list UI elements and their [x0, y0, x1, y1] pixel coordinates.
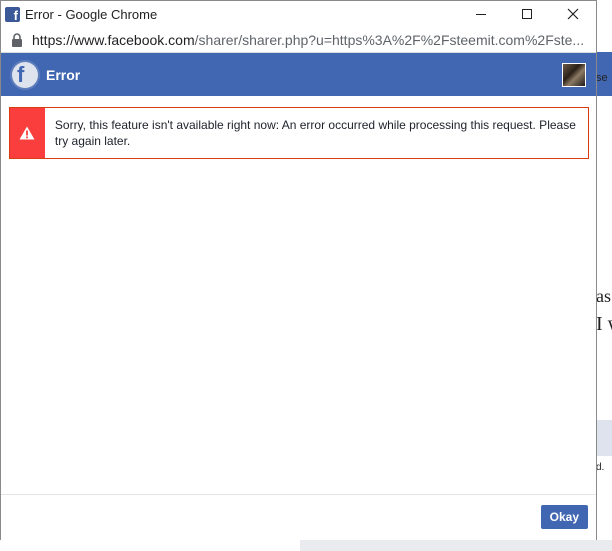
background-text-fragment: se — [596, 72, 608, 84]
warning-icon — [19, 126, 35, 140]
url-path: /sharer/sharer.php?u=https%3A%2F%2Fsteem… — [194, 31, 585, 48]
okay-button[interactable]: Okay — [540, 505, 588, 529]
error-indicator — [10, 108, 45, 158]
url-host: https://www.facebook.com — [32, 31, 195, 48]
window-title: Error - Google Chrome — [25, 6, 158, 22]
background-page: se as I w d. — [596, 0, 612, 551]
window-controls — [458, 1, 596, 27]
url-text: https://www.facebook.com/sharer/sharer.p… — [32, 32, 584, 48]
close-icon — [567, 8, 579, 20]
close-button[interactable] — [550, 1, 596, 27]
error-message-box: Sorry, this feature isn't available righ… — [9, 107, 589, 159]
background-text-fragment: d. — [596, 462, 605, 473]
background-panel — [596, 420, 612, 456]
popup-window: f Error - Google Chrome https://www.face… — [0, 0, 597, 540]
window-titlebar[interactable]: f Error - Google Chrome — [1, 1, 596, 27]
background-text-fragment: as — [596, 286, 611, 306]
background-text-fragment: I w — [596, 313, 612, 335]
maximize-icon — [522, 9, 532, 19]
facebook-favicon-icon: f — [5, 6, 20, 22]
facebook-logo-icon: f — [12, 61, 38, 88]
dialog-header: f Error — [1, 53, 596, 96]
dialog-footer: Okay — [1, 494, 596, 540]
lock-icon — [12, 32, 22, 47]
dialog-title: Error — [46, 66, 81, 83]
maximize-button[interactable] — [504, 1, 550, 27]
minimize-icon — [476, 14, 486, 15]
address-bar[interactable]: https://www.facebook.com/sharer/sharer.p… — [1, 27, 596, 53]
avatar[interactable] — [562, 63, 586, 87]
error-message-text: Sorry, this feature isn't available righ… — [54, 118, 576, 148]
background-footer — [300, 540, 612, 551]
minimize-button[interactable] — [458, 1, 504, 27]
